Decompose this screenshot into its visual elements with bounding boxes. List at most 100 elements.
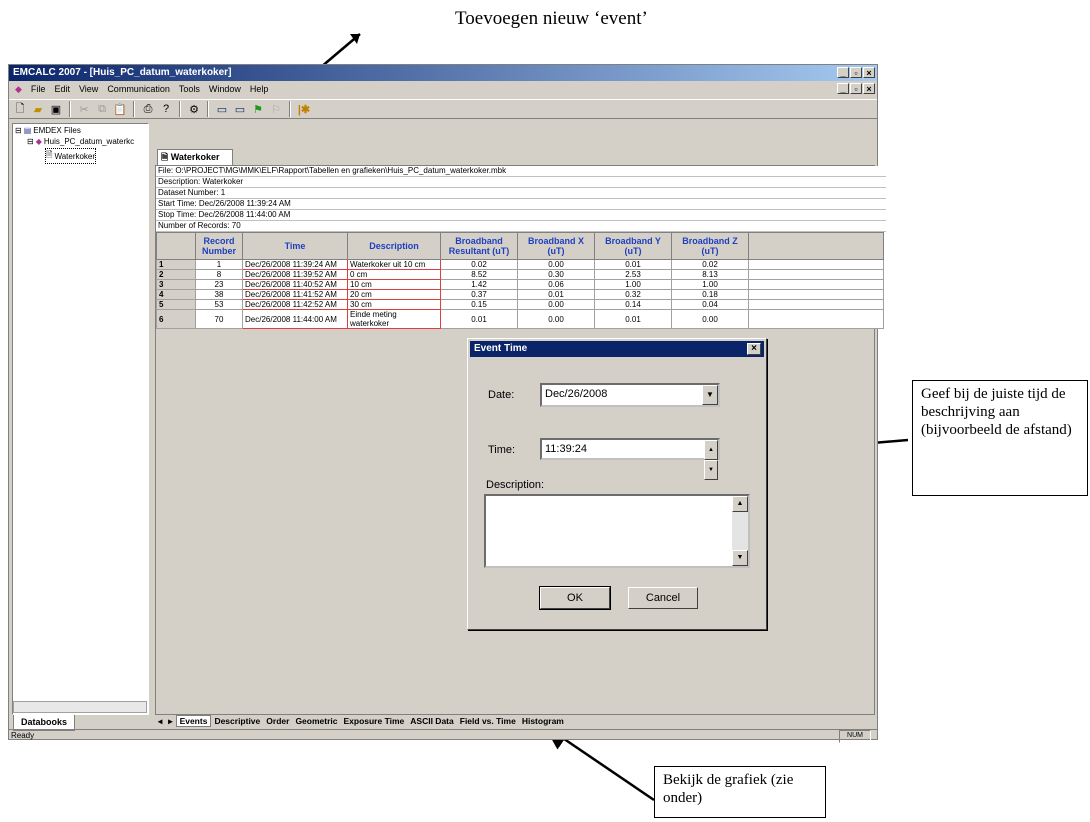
resultant-cell[interactable]: 1.42 xyxy=(440,279,518,290)
description-cell[interactable]: Einde meting waterkoker xyxy=(347,309,441,329)
resultant-cell[interactable]: 0.02 xyxy=(440,259,518,270)
window-tile-icon[interactable]: ▭ xyxy=(232,101,248,117)
ok-button[interactable]: OK xyxy=(539,586,611,610)
time-cell[interactable]: Dec/26/2008 11:40:52 AM xyxy=(242,279,348,290)
row-header[interactable]: 3 xyxy=(156,279,196,290)
spin-down-icon[interactable]: ▼ xyxy=(704,460,718,480)
col-broadband-y[interactable]: Broadband Y (uT) xyxy=(594,232,672,260)
scroll-left-icon[interactable]: ◂ xyxy=(155,716,165,727)
record-number-cell[interactable]: 23 xyxy=(195,279,243,290)
time-cell[interactable]: Dec/26/2008 11:44:00 AM xyxy=(242,309,348,329)
record-number-cell[interactable]: 38 xyxy=(195,289,243,300)
description-textarea[interactable]: ▲ ▼ xyxy=(484,494,750,568)
y-cell[interactable]: 2.53 xyxy=(594,269,672,280)
restore-button[interactable]: ▫ xyxy=(850,67,862,78)
tab-field-vs-time[interactable]: Field vs. Time xyxy=(457,716,519,726)
menu-view[interactable]: View xyxy=(79,81,98,97)
chevron-down-icon[interactable]: ▼ xyxy=(702,385,718,405)
z-cell[interactable]: 0.00 xyxy=(671,309,749,329)
table-row[interactable]: 1 1 Dec/26/2008 11:39:24 AM Waterkoker uit … xyxy=(156,259,884,270)
menu-edit[interactable]: Edit xyxy=(54,81,70,97)
tab-exposure-time[interactable]: Exposure Time xyxy=(340,716,407,726)
table-row[interactable]: 2 8 Dec/26/2008 11:39:52 AM 0 cm 8.52 0.30 2.5… xyxy=(156,269,884,280)
record-number-cell[interactable]: 8 xyxy=(195,269,243,280)
z-cell[interactable]: 0.18 xyxy=(671,289,749,300)
y-cell[interactable]: 0.14 xyxy=(594,299,672,310)
cut-icon[interactable]: ✂ xyxy=(76,101,92,117)
resultant-cell[interactable]: 0.01 xyxy=(440,309,518,329)
tab-ascii-data[interactable]: ASCII Data xyxy=(407,716,456,726)
table-row[interactable]: 6 70 Dec/26/2008 11:44:00 AM Einde meting w… xyxy=(156,309,884,329)
menu-file[interactable]: File xyxy=(31,81,46,97)
table-row[interactable]: 3 23 Dec/26/2008 11:40:52 AM 10 cm 1.42 0.06 1… xyxy=(156,279,884,290)
spin-up-icon[interactable]: ▲ xyxy=(704,440,718,460)
resultant-cell[interactable]: 0.15 xyxy=(440,299,518,310)
col-broadband-x[interactable]: Broadband X (uT) xyxy=(517,232,595,260)
description-scrollbar[interactable]: ▲ ▼ xyxy=(732,496,748,566)
help-icon[interactable]: ? xyxy=(158,101,174,117)
close-button[interactable]: × xyxy=(863,67,875,78)
doc-close-button[interactable]: × xyxy=(863,83,875,94)
record-number-cell[interactable]: 1 xyxy=(195,259,243,270)
menu-help[interactable]: Help xyxy=(250,81,269,97)
row-header[interactable]: 2 xyxy=(156,269,196,280)
doc-restore-button[interactable]: ▫ xyxy=(850,83,862,94)
record-number-cell[interactable]: 70 xyxy=(195,309,243,329)
time-cell[interactable]: Dec/26/2008 11:41:52 AM xyxy=(242,289,348,300)
save-icon[interactable]: ▣ xyxy=(48,101,64,117)
tab-geometric[interactable]: Geometric xyxy=(292,716,340,726)
row-header[interactable]: 1 xyxy=(156,259,196,270)
tree-item-databook[interactable]: ⊟ ◆ Huis_PC_datum_waterkc xyxy=(27,137,134,146)
row-header[interactable]: 4 xyxy=(156,289,196,300)
window-icon[interactable]: ▭ xyxy=(214,101,230,117)
row-header[interactable]: 6 xyxy=(156,309,196,329)
open-folder-icon[interactable]: ▰ xyxy=(30,101,46,117)
resultant-cell[interactable]: 0.37 xyxy=(440,289,518,300)
z-cell[interactable]: 8.13 xyxy=(671,269,749,280)
row-header[interactable]: 5 xyxy=(156,299,196,310)
col-record-number[interactable]: Record Number xyxy=(195,232,243,260)
y-cell[interactable]: 0.01 xyxy=(594,259,672,270)
print-icon[interactable]: ⎙ xyxy=(140,101,156,117)
time-cell[interactable]: Dec/26/2008 11:39:52 AM xyxy=(242,269,348,280)
resultant-cell[interactable]: 8.52 xyxy=(440,269,518,280)
description-cell[interactable]: 0 cm xyxy=(347,269,441,280)
description-cell[interactable]: 10 cm xyxy=(347,279,441,290)
table-row[interactable]: 5 53 Dec/26/2008 11:42:52 AM 30 cm 0.15 0.00 0… xyxy=(156,299,884,310)
z-cell[interactable]: 1.00 xyxy=(671,279,749,290)
col-broadband-resultant[interactable]: Broadband Resultant (uT) xyxy=(440,232,518,260)
table-row[interactable]: 4 38 Dec/26/2008 11:41:52 AM 20 cm 0.37 0.01 0… xyxy=(156,289,884,300)
y-cell[interactable]: 0.32 xyxy=(594,289,672,300)
collapse-icon[interactable]: ⊟ xyxy=(15,126,22,135)
cancel-button[interactable]: Cancel xyxy=(628,587,698,609)
tree-horizontal-scrollbar[interactable] xyxy=(13,701,147,713)
collapse-icon[interactable]: ⊟ xyxy=(27,137,34,146)
z-cell[interactable]: 0.04 xyxy=(671,299,749,310)
tab-waterkoker[interactable]: 🗎 Waterkoker xyxy=(157,149,233,165)
tab-order[interactable]: Order xyxy=(263,716,292,726)
close-icon[interactable]: × xyxy=(747,343,761,355)
tab-histogram[interactable]: Histogram xyxy=(519,716,567,726)
copy-icon[interactable]: ⧉ xyxy=(94,101,110,117)
properties-icon[interactable]: ⚙ xyxy=(186,101,202,117)
col-time[interactable]: Time xyxy=(242,232,348,260)
tree-item-emdex-files[interactable]: ⊟ ▤ EMDEX Files xyxy=(15,126,81,135)
x-cell[interactable]: 0.00 xyxy=(517,259,595,270)
doc-minimize-button[interactable]: _ xyxy=(837,83,849,94)
scroll-down-icon[interactable]: ▼ xyxy=(732,550,748,566)
col-description[interactable]: Description xyxy=(347,232,441,260)
col-broadband-z[interactable]: Broadband Z (uT) xyxy=(671,232,749,260)
paste-icon[interactable]: 📋 xyxy=(112,101,128,117)
x-cell[interactable]: 0.00 xyxy=(517,309,595,329)
menu-tools[interactable]: Tools xyxy=(179,81,200,97)
date-picker[interactable]: Dec/26/2008 ▼ xyxy=(540,383,720,407)
y-cell[interactable]: 0.01 xyxy=(594,309,672,329)
new-file-icon[interactable]: 🗋 xyxy=(12,101,28,117)
scroll-right-icon[interactable]: ▸ xyxy=(165,716,175,727)
scroll-up-icon[interactable]: ▲ xyxy=(732,496,748,512)
tree-item-waterkoker[interactable]: 🗎 Waterkoker xyxy=(45,148,97,164)
description-cell[interactable]: Waterkoker uit 10 cm xyxy=(347,259,441,270)
x-cell[interactable]: 0.30 xyxy=(517,269,595,280)
time-spinner[interactable]: 11:39:24 ▲ ▼ xyxy=(540,438,720,480)
description-cell[interactable]: 30 cm xyxy=(347,299,441,310)
